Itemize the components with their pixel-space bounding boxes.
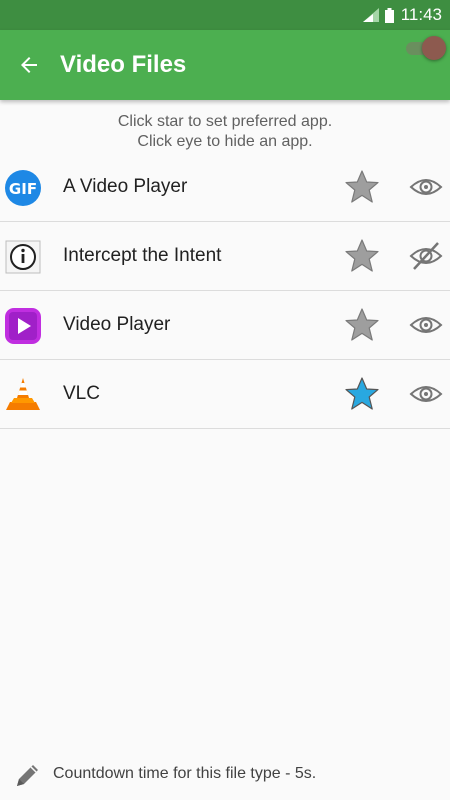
app-name: Video Player: [63, 314, 171, 335]
app-row-vlc[interactable]: VLC: [0, 360, 450, 429]
instruction-star: Click star to set preferred app.: [117, 113, 333, 130]
vlc-cone-icon: [6, 378, 40, 410]
app-name: VLC: [63, 383, 100, 404]
battery-icon: [384, 7, 394, 23]
status-bar: 11:43: [0, 0, 450, 30]
countdown-setting[interactable]: Countdown time for this file type - 5s.: [0, 756, 450, 796]
star-icon[interactable]: [344, 169, 380, 205]
star-icon[interactable]: [344, 307, 380, 343]
signal-icon: [362, 8, 379, 22]
video-player-icon: [5, 308, 41, 344]
gif-player-icon: GIF: [5, 170, 41, 206]
page-title: Video Files: [60, 51, 187, 78]
info-icon: [5, 240, 41, 274]
eye-icon[interactable]: [409, 172, 443, 202]
star-icon-selected[interactable]: [344, 376, 380, 412]
app-list: GIF A Video Player Intercept the Intent: [0, 153, 450, 429]
eye-icon[interactable]: [409, 379, 443, 409]
countdown-label: Countdown time for this file type - 5s.: [53, 765, 317, 782]
toggle-knob: [422, 36, 446, 60]
app-row-intercept-the-intent[interactable]: Intercept the Intent: [0, 222, 450, 291]
eye-off-icon[interactable]: [409, 241, 443, 271]
instructions: Click star to set preferred app. Click e…: [0, 112, 450, 152]
star-icon[interactable]: [344, 238, 380, 274]
app-bar: Video Files: [0, 30, 450, 100]
enable-toggle[interactable]: [403, 35, 447, 61]
pencil-icon: [17, 765, 38, 786]
back-arrow-icon[interactable]: [17, 53, 41, 77]
instruction-eye: Click eye to hide an app.: [137, 133, 313, 150]
app-row-a-video-player[interactable]: GIF A Video Player: [0, 153, 450, 222]
app-name: A Video Player: [63, 176, 188, 197]
eye-icon[interactable]: [409, 310, 443, 340]
app-row-video-player[interactable]: Video Player: [0, 291, 450, 360]
app-name: Intercept the Intent: [63, 245, 222, 266]
status-time: 11:43: [400, 5, 442, 24]
svg-text:GIF: GIF: [9, 180, 37, 198]
